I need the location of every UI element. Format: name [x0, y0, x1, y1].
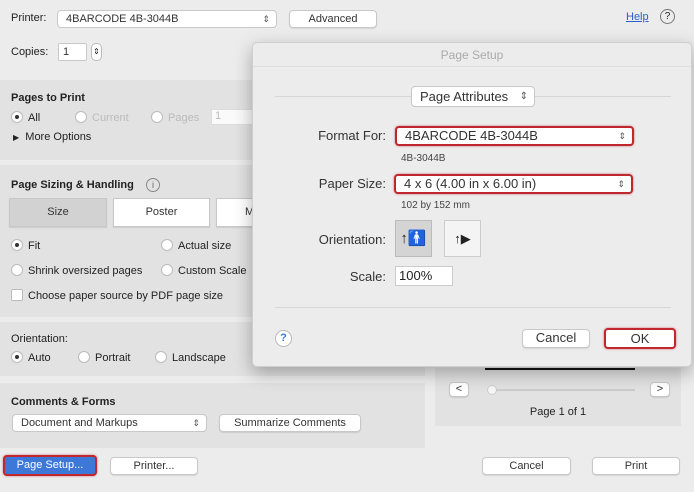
page-slider[interactable] [487, 385, 635, 395]
scale-label: Scale: [349, 269, 386, 284]
radio-pages[interactable]: Pages [151, 111, 199, 124]
divider [275, 307, 671, 308]
dialog-ok-button[interactable]: OK [604, 328, 676, 349]
pages-to-print-title: Pages to Print [11, 92, 85, 104]
comments-select[interactable]: Document and Markups ⇕ [12, 414, 207, 432]
copies-input[interactable]: 1 [58, 43, 87, 61]
radio-fit[interactable]: Fit [11, 239, 40, 252]
tab-poster[interactable]: Poster [113, 198, 210, 227]
tab-size[interactable]: Size [9, 198, 107, 227]
help-link[interactable]: Help [626, 11, 649, 23]
updown-chevron-icon: ⇕ [618, 131, 626, 141]
paper-size-select[interactable]: 4 x 6 (4.00 in x 6.00 in) ⇕ [394, 174, 633, 194]
advanced-button[interactable]: Advanced [289, 10, 377, 28]
more-options-toggle[interactable]: ▶ More Options [13, 131, 91, 143]
page-indicator: Page 1 of 1 [529, 406, 587, 418]
format-for-subtitle: 4B-3044B [401, 153, 446, 164]
help-icon[interactable]: ? [275, 330, 292, 347]
radio-portrait[interactable]: Portrait [78, 351, 130, 364]
info-icon[interactable]: i [146, 178, 160, 192]
radio-current[interactable]: Current [75, 111, 129, 124]
copies-stepper[interactable]: ⇕ [91, 43, 102, 61]
radio-landscape[interactable]: Landscape [155, 351, 226, 364]
cancel-button[interactable]: Cancel [482, 457, 571, 475]
page-attributes-popup[interactable]: Page Attributes ⇕ [411, 86, 535, 107]
help-icon[interactable]: ? [660, 9, 675, 24]
radio-custom-scale[interactable]: Custom Scale [161, 264, 246, 277]
updown-chevron-icon: ⇕ [519, 91, 528, 102]
format-for-label: Format For: [318, 128, 386, 143]
disclosure-triangle-icon: ▶ [13, 133, 20, 142]
dialog-cancel-button[interactable]: Cancel [522, 329, 590, 348]
page-setup-button[interactable]: Page Setup... [3, 455, 97, 476]
page-sizing-title: Page Sizing & Handling [11, 179, 134, 191]
dialog-title: Page Setup [253, 43, 691, 67]
radio-all[interactable]: All [11, 111, 40, 124]
updown-chevron-icon: ⇕ [262, 14, 270, 24]
pages-range-input[interactable]: 1 [211, 109, 256, 125]
next-page-button[interactable]: > [650, 382, 670, 397]
printer-value: 4BARCODE 4B-3044B [66, 13, 179, 25]
portrait-orientation-icon[interactable]: ↑🚹 [395, 220, 432, 257]
radio-actual-size[interactable]: Actual size [161, 239, 231, 252]
printer-button[interactable]: Printer... [110, 457, 198, 475]
comments-forms-panel: Comments & Forms Document and Markups ⇕ S… [0, 383, 425, 448]
format-for-select[interactable]: 4BARCODE 4B-3044B ⇕ [395, 126, 634, 146]
updown-chevron-icon: ⇕ [617, 179, 625, 189]
prev-page-button[interactable]: < [449, 382, 469, 397]
updown-chevron-icon: ⇕ [192, 418, 200, 428]
slider-thumb[interactable] [487, 385, 497, 395]
preview-panel: < > Page 1 of 1 [435, 368, 681, 426]
paper-size-subtitle: 102 by 152 mm [401, 200, 470, 211]
landscape-orientation-icon[interactable]: ↑▶ [444, 220, 481, 257]
paper-source-checkbox[interactable]: Choose paper source by PDF page size [11, 289, 223, 302]
comments-forms-title: Comments & Forms [11, 396, 116, 408]
printer-label: Printer: [11, 12, 47, 24]
page-setup-dialog: Page Setup Page Attributes ⇕ Format For: … [252, 42, 692, 367]
paper-size-label: Paper Size: [318, 176, 386, 191]
radio-auto[interactable]: Auto [11, 351, 51, 364]
scale-input[interactable]: 100% [395, 266, 453, 286]
copies-label: Copies: [11, 46, 49, 58]
summarize-comments-button[interactable]: Summarize Comments [219, 414, 361, 432]
radio-shrink[interactable]: Shrink oversized pages [11, 264, 142, 277]
orientation-label: Orientation: [318, 232, 386, 247]
preview-page-edge [485, 368, 635, 370]
orientation-title: Orientation: [11, 333, 68, 345]
print-button[interactable]: Print [592, 457, 680, 475]
printer-select[interactable]: 4BARCODE 4B-3044B ⇕ [57, 10, 277, 28]
